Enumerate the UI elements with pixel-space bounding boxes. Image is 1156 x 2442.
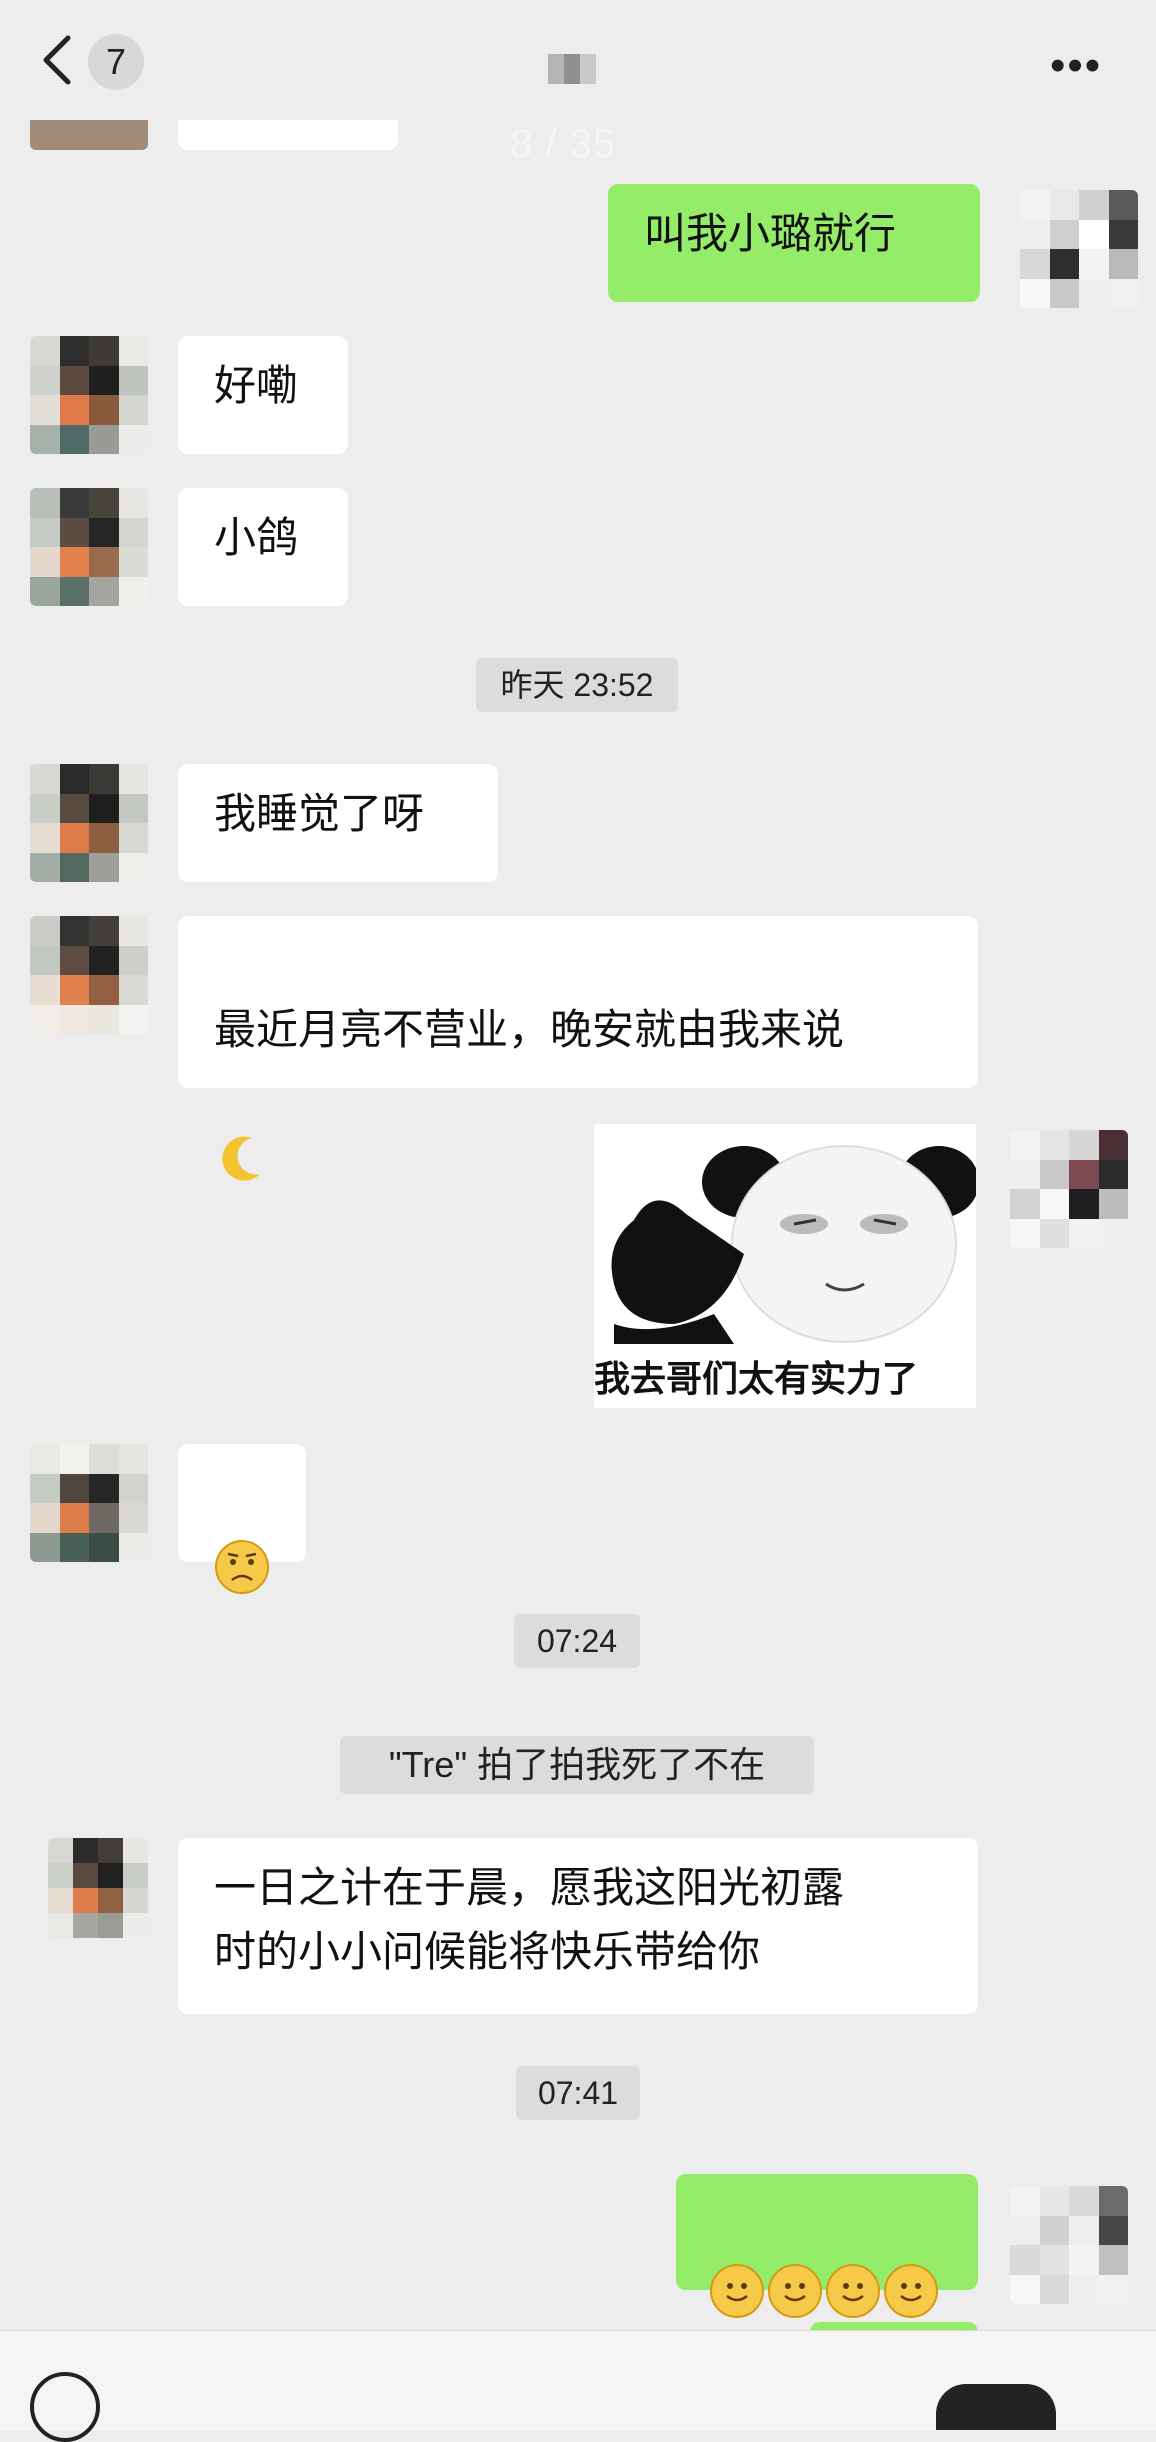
avatar-contact[interactable] — [48, 1838, 148, 1938]
more-dots-icon[interactable]: ••• — [1050, 44, 1102, 88]
chevron-left-icon[interactable] — [30, 30, 90, 90]
message-text: 最近月亮不营业，晚安就由我来说 — [214, 1006, 845, 1053]
sticker-image[interactable]: 我去哥们太有实力了 — [594, 1124, 979, 1408]
avatar-contact[interactable] — [30, 488, 148, 606]
message-bubble-received[interactable]: 一日之计在于晨，愿我这阳光初露 时的小小问候能将快乐带给你 — [178, 1838, 978, 2014]
smile-emoji-icon — [826, 2263, 880, 2318]
avatar[interactable] — [30, 120, 148, 150]
message-bubble-received[interactable] — [178, 1444, 306, 1594]
timestamp: 昨天 23:52 — [476, 658, 678, 712]
avatar-contact[interactable] — [30, 764, 148, 882]
avatar-contact[interactable] — [30, 1444, 148, 1562]
smile-emoji-icon — [710, 2263, 764, 2318]
chat-title-mosaic — [548, 54, 596, 84]
timestamp: 07:24 — [514, 1614, 640, 1668]
message-bubble — [178, 120, 398, 150]
unread-count-badge[interactable]: 7 — [88, 34, 144, 90]
avatar-self[interactable] — [1010, 2186, 1128, 2304]
smile-emoji-icon — [768, 2263, 822, 2318]
moon-icon — [222, 1136, 260, 1181]
message-bubble-received[interactable]: 好嘞 — [178, 336, 348, 454]
avatar-contact[interactable] — [30, 916, 148, 1034]
avatar-self[interactable] — [1010, 1130, 1128, 1248]
message-bubble-sent[interactable] — [676, 2174, 978, 2318]
message-bubble-received[interactable]: 小鸽 — [178, 488, 348, 606]
image-pager: 8 / 35 — [510, 122, 617, 166]
panda-meme-icon — [594, 1124, 979, 1344]
voice-icon[interactable] — [30, 2372, 100, 2442]
message-bubble-received[interactable]: 最近月亮不营业，晚安就由我来说 — [178, 916, 978, 1181]
avatar-self[interactable] — [1020, 190, 1138, 308]
sticker-caption: 我去哥们太有实力了 — [594, 1358, 919, 1399]
message-bubble-received[interactable]: 我睡觉了呀 — [178, 764, 498, 882]
pat-notice: "Tre" 拍了拍我死了不在 — [340, 1736, 814, 1794]
avatar-contact[interactable] — [30, 336, 148, 454]
timestamp: 07:41 — [516, 2066, 640, 2120]
smile-emoji-icon — [884, 2263, 938, 2318]
message-bubble-sent[interactable]: 叫我小璐就行 — [608, 184, 980, 302]
sticker-button[interactable] — [936, 2384, 1056, 2430]
frown-emoji-icon — [215, 1540, 269, 1594]
